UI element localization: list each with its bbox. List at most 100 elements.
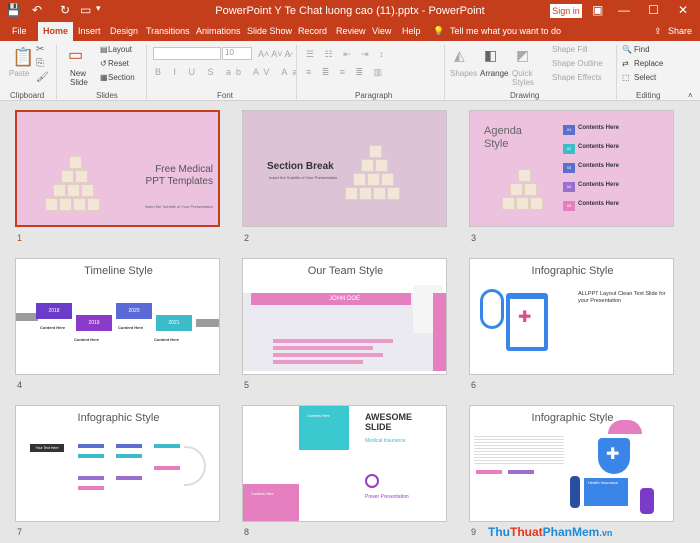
ribbon-separator: [616, 45, 617, 99]
select-button[interactable]: Select: [634, 73, 656, 82]
slide-thumbnail-3[interactable]: Agenda Style 01 Contents Here 02 Content…: [469, 110, 674, 227]
section-icon: ▦: [100, 73, 108, 82]
tab-file[interactable]: File: [12, 26, 27, 36]
tab-insert[interactable]: Insert: [78, 26, 101, 36]
list-icons[interactable]: ☰ ☷ ⇤ ⇥ ↕: [306, 49, 388, 60]
tree-node: [78, 454, 104, 458]
shapes-icon[interactable]: ◭: [454, 47, 465, 64]
arrange-button[interactable]: Arrange: [480, 69, 508, 78]
replace-button[interactable]: Replace: [634, 59, 663, 68]
arrange-icon[interactable]: ◧: [484, 47, 497, 64]
agenda-item: Contents Here: [578, 182, 620, 188]
quick-styles-button[interactable]: Quick Styles: [512, 69, 536, 87]
find-icon: 🔍: [622, 45, 632, 54]
tab-transitions[interactable]: Transitions: [146, 26, 190, 36]
decor-cube: [59, 198, 72, 211]
health-insurance-badge: Health Insurance: [588, 480, 619, 485]
ribbon-options-icon[interactable]: ▣: [592, 3, 603, 17]
slide-thumbnail-6[interactable]: Infographic Style ✚ ALLPPT Layout Clean …: [469, 258, 674, 375]
font-name-box[interactable]: [153, 47, 221, 60]
shape-effects-button[interactable]: Shape Effects: [552, 73, 602, 82]
agenda-item: Contents Here: [578, 125, 620, 131]
agenda-item: Contents Here: [578, 201, 620, 207]
decor-cube: [345, 187, 358, 200]
tab-record[interactable]: Record: [298, 26, 327, 36]
close-icon[interactable]: ✕: [678, 3, 688, 17]
quick-styles-icon[interactable]: ◩: [516, 47, 529, 64]
slide-thumbnail-9[interactable]: Infographic Style ✚ Health Insurance: [469, 405, 674, 522]
font-size-controls-icon[interactable]: A˄ A˅ A̷: [258, 49, 291, 59]
slide-thumbnail-7[interactable]: Infographic Style Your Text Here: [15, 405, 220, 522]
tab-design[interactable]: Design: [110, 26, 138, 36]
reset-button[interactable]: Reset: [108, 59, 129, 68]
decor-cube: [53, 184, 66, 197]
font-size-box[interactable]: 10: [222, 47, 252, 60]
slide-thumbnail-1[interactable]: Free Medical PPT Templates Insert the Su…: [15, 110, 220, 227]
gender-icon: [365, 474, 379, 488]
find-button[interactable]: Find: [634, 45, 650, 54]
format-painter-icon[interactable]: 🖌: [36, 72, 49, 83]
decor-cube: [502, 197, 515, 210]
new-slide-icon[interactable]: ▭: [68, 45, 83, 65]
align-icons[interactable]: ≡ ≣ ≡ ≣ ▥: [306, 67, 386, 78]
new-slide-button[interactable]: New Slide: [70, 69, 92, 87]
slide-subtitle: Insert the Subtitle of Your Presentation: [144, 204, 213, 209]
timeline-year: 2019: [76, 315, 112, 331]
slide-thumbnail-5[interactable]: Our Team Style JOHN DOE: [242, 258, 447, 375]
minimize-icon[interactable]: —: [618, 3, 630, 17]
layout-button[interactable]: Layout: [108, 45, 132, 54]
decor-cube: [518, 169, 531, 182]
slide-thumbnail-8[interactable]: Contents Here Contents Here AWESOME SLID…: [242, 405, 447, 522]
sign-in-button[interactable]: Sign in: [550, 4, 582, 18]
decor-cube: [387, 187, 400, 200]
medical-cross-icon: ✚: [518, 309, 532, 326]
stethoscope-icon: [480, 289, 504, 329]
slide-number: 3: [471, 233, 477, 243]
paragraph-group-label: Paragraph: [355, 91, 393, 100]
timeline-year: 2021: [156, 315, 192, 331]
slide-title: Section Break: [267, 161, 334, 172]
tab-slide-show[interactable]: Slide Show: [247, 26, 292, 36]
cut-icon[interactable]: ✂: [36, 44, 44, 55]
slide-number: 4: [17, 380, 23, 390]
copy-icon[interactable]: ⎘: [36, 58, 44, 69]
share-icon[interactable]: ⇪: [654, 26, 662, 37]
font-format-icons[interactable]: B I U S ab AV Aa: [155, 67, 302, 77]
slide-footer: Power Presentation: [365, 494, 409, 500]
pink-strip: [433, 293, 446, 371]
tab-review[interactable]: Review: [336, 26, 366, 36]
slide-number: 2: [244, 233, 250, 243]
layout-icon: ▤: [100, 45, 108, 54]
slide-number: 6: [471, 380, 477, 390]
slide-title: Free Medical PPT Templates: [145, 164, 213, 187]
tab-home[interactable]: Home: [38, 22, 74, 41]
paste-button[interactable]: Paste: [9, 69, 29, 78]
paste-icon[interactable]: 📋: [12, 47, 34, 68]
slides-group-label: Slides: [96, 91, 118, 100]
watermark-part: PhanMem: [542, 525, 600, 539]
font-size-value: 10: [225, 48, 234, 57]
shapes-button[interactable]: Shapes: [450, 69, 477, 78]
watermark-part: Thu: [488, 525, 510, 539]
collapse-ribbon-icon[interactable]: ˄: [688, 91, 693, 100]
slide-number: 9: [471, 527, 477, 537]
tell-me-box[interactable]: Tell me what you want to do: [450, 26, 561, 36]
drawing-group-label: Drawing: [510, 91, 540, 100]
tab-animations[interactable]: Animations: [196, 26, 241, 36]
agenda-number: 04: [563, 182, 575, 192]
slide-number: 8: [244, 527, 250, 537]
slide-thumbnail-2[interactable]: Section Break Insert the Subtitle of You…: [242, 110, 447, 227]
vertical-scrollbar[interactable]: [691, 102, 700, 543]
shape-fill-button[interactable]: Shape Fill: [552, 45, 588, 54]
slide-thumbnail-4[interactable]: Timeline Style 2018 2019 2020 2021 Conte…: [15, 258, 220, 375]
content-box-label: Contents Here: [251, 492, 274, 496]
section-button[interactable]: Section: [108, 73, 135, 82]
share-button[interactable]: Share: [668, 26, 692, 36]
slide-title: Infographic Style: [531, 265, 614, 277]
shape-outline-button[interactable]: Shape Outline: [552, 59, 603, 68]
decor-cube: [61, 170, 74, 183]
decor-cube: [67, 184, 80, 197]
maximize-icon[interactable]: ☐: [648, 3, 659, 17]
tab-help[interactable]: Help: [402, 26, 421, 36]
tab-view[interactable]: View: [372, 26, 391, 36]
